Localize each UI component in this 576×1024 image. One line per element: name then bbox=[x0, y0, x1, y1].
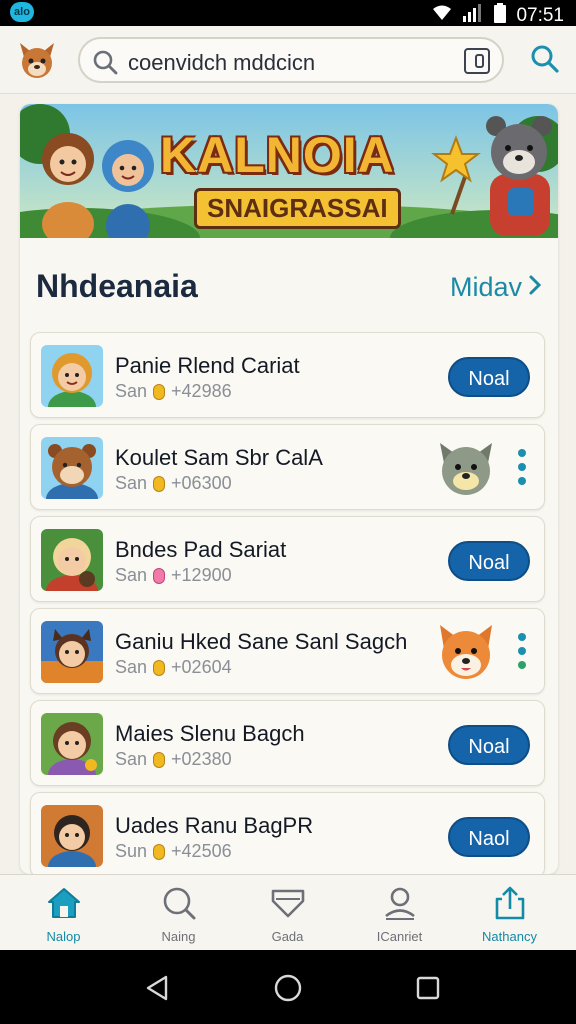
status-bar: alo 07:51 bbox=[0, 0, 576, 26]
status-time: 07:51 bbox=[516, 4, 564, 26]
banner-title: KALNOIA bbox=[160, 127, 395, 183]
recents-icon[interactable] bbox=[414, 974, 442, 1002]
item-meta: San +02604 bbox=[115, 657, 232, 678]
item-meta-value: +42986 bbox=[171, 381, 232, 401]
bottom-tab-bar: Nalop Naing Gada ICanriet Nathancy bbox=[0, 874, 576, 950]
search-icon bbox=[92, 49, 118, 80]
item-action-button[interactable]: Noal bbox=[448, 357, 530, 397]
item-meta: San +42986 bbox=[115, 381, 232, 402]
tab-gada[interactable]: Gada bbox=[230, 875, 345, 951]
item-meta-value: +12900 bbox=[171, 565, 232, 585]
item-meta-prefix: San bbox=[115, 657, 148, 677]
item-meta: San +12900 bbox=[115, 565, 232, 586]
search-bar[interactable]: coenvidch mddcicn bbox=[78, 37, 504, 83]
coin-icon bbox=[153, 383, 166, 400]
item-meta-prefix: San bbox=[115, 473, 148, 493]
tab-account[interactable]: ICanriet bbox=[342, 875, 457, 951]
list-item[interactable]: Bndes Pad Sariat San +12900 Noal bbox=[30, 516, 545, 602]
coin-icon bbox=[153, 751, 166, 768]
item-meta-prefix: San bbox=[115, 565, 148, 585]
banner-subtitle: SNAIGRASSAI bbox=[194, 188, 401, 229]
item-meta-value: +06300 bbox=[171, 473, 232, 493]
cat-mascot-icon bbox=[434, 437, 498, 499]
tab-label: Naing bbox=[161, 929, 196, 944]
tab-label: Nathancy bbox=[482, 929, 537, 944]
tab-label: Nalop bbox=[46, 929, 81, 944]
share-icon bbox=[492, 885, 528, 921]
coin-icon bbox=[153, 475, 166, 492]
item-meta-value: +02604 bbox=[171, 657, 232, 677]
item-title: Ganiu Hked Sane Sanl Sagch bbox=[115, 629, 408, 654]
fox-logo-icon[interactable] bbox=[16, 39, 58, 81]
tag-icon bbox=[270, 885, 306, 921]
avatar bbox=[41, 345, 103, 407]
list-item[interactable]: Panie Rlend Cariat San +42986 Noal bbox=[30, 332, 545, 418]
search-input[interactable]: coenvidch mddcicn bbox=[128, 50, 315, 76]
see-more-label: Midav bbox=[449, 272, 522, 302]
see-more-link[interactable]: Midav bbox=[450, 272, 542, 303]
item-title: Koulet Sam Sbr CalA bbox=[115, 445, 323, 470]
list-item[interactable]: Maies Slenu Bagch San +02380 Noal bbox=[30, 700, 545, 786]
home-button-icon[interactable] bbox=[274, 974, 302, 1002]
battery-icon bbox=[494, 3, 507, 28]
tab-search[interactable]: Naing bbox=[121, 875, 236, 951]
list-item[interactable]: Uades Ranu BagPR Sun +42506 Naol bbox=[30, 792, 545, 874]
item-meta: San +02380 bbox=[115, 749, 232, 770]
signal-icon bbox=[462, 4, 484, 27]
item-title: Bndes Pad Sariat bbox=[115, 537, 287, 562]
avatar bbox=[41, 713, 103, 775]
item-meta-prefix: San bbox=[115, 381, 148, 401]
avatar bbox=[41, 805, 103, 867]
notification-app-icon: alo bbox=[10, 2, 34, 22]
item-title: Maies Slenu Bagch bbox=[115, 721, 305, 746]
item-meta-value: +42506 bbox=[171, 841, 232, 861]
item-title: Uades Ranu BagPR bbox=[115, 813, 314, 838]
avatar bbox=[41, 621, 103, 683]
gem-icon bbox=[153, 567, 166, 584]
item-action-button[interactable]: Naol bbox=[448, 817, 530, 857]
item-meta-prefix: San bbox=[115, 749, 148, 769]
section-title: Nhdeanaia bbox=[36, 268, 198, 304]
coin-icon bbox=[153, 659, 166, 676]
search-button-icon[interactable] bbox=[530, 44, 560, 79]
item-meta: Sun +42506 bbox=[115, 841, 232, 862]
item-title: Panie Rlend Cariat bbox=[115, 353, 300, 378]
item-meta: San +06300 bbox=[115, 473, 232, 494]
system-navigation-bar bbox=[0, 950, 576, 1024]
tab-label: Gada bbox=[271, 929, 304, 944]
home-icon bbox=[46, 885, 82, 921]
item-meta-prefix: Sun bbox=[115, 841, 148, 861]
content-card: KALNOIA SNAIGRASSAI Nhdeanaia Midav Pani… bbox=[20, 104, 558, 874]
tab-home[interactable]: Nalop bbox=[6, 875, 121, 951]
featured-banner[interactable]: KALNOIA SNAIGRASSAI bbox=[20, 104, 558, 238]
item-action-button[interactable]: Noal bbox=[448, 541, 530, 581]
voice-search-icon[interactable] bbox=[464, 48, 490, 74]
coin-icon bbox=[153, 843, 166, 860]
top-app-bar: coenvidch mddcicn bbox=[0, 26, 576, 94]
back-icon[interactable] bbox=[144, 974, 172, 1002]
avatar bbox=[41, 529, 103, 591]
fox-mascot-icon bbox=[434, 621, 498, 683]
list-item[interactable]: Ganiu Hked Sane Sanl Sagch San +02604 bbox=[30, 608, 545, 694]
chevron-right-icon bbox=[528, 272, 542, 303]
more-options-icon[interactable] bbox=[518, 449, 528, 489]
item-meta-value: +02380 bbox=[171, 749, 232, 769]
avatar bbox=[41, 437, 103, 499]
list-item[interactable]: Koulet Sam Sbr CalA San +06300 bbox=[30, 424, 545, 510]
section-header: Nhdeanaia Midav bbox=[20, 254, 558, 314]
wifi-icon bbox=[432, 4, 452, 27]
person-icon bbox=[382, 885, 418, 921]
search-icon bbox=[161, 885, 197, 921]
tab-label: ICanriet bbox=[376, 929, 423, 944]
tab-share[interactable]: Nathancy bbox=[452, 875, 567, 951]
more-options-icon[interactable] bbox=[518, 633, 528, 673]
item-list: Panie Rlend Cariat San +42986 Noal Koule… bbox=[30, 332, 545, 874]
item-action-button[interactable]: Noal bbox=[448, 725, 530, 765]
